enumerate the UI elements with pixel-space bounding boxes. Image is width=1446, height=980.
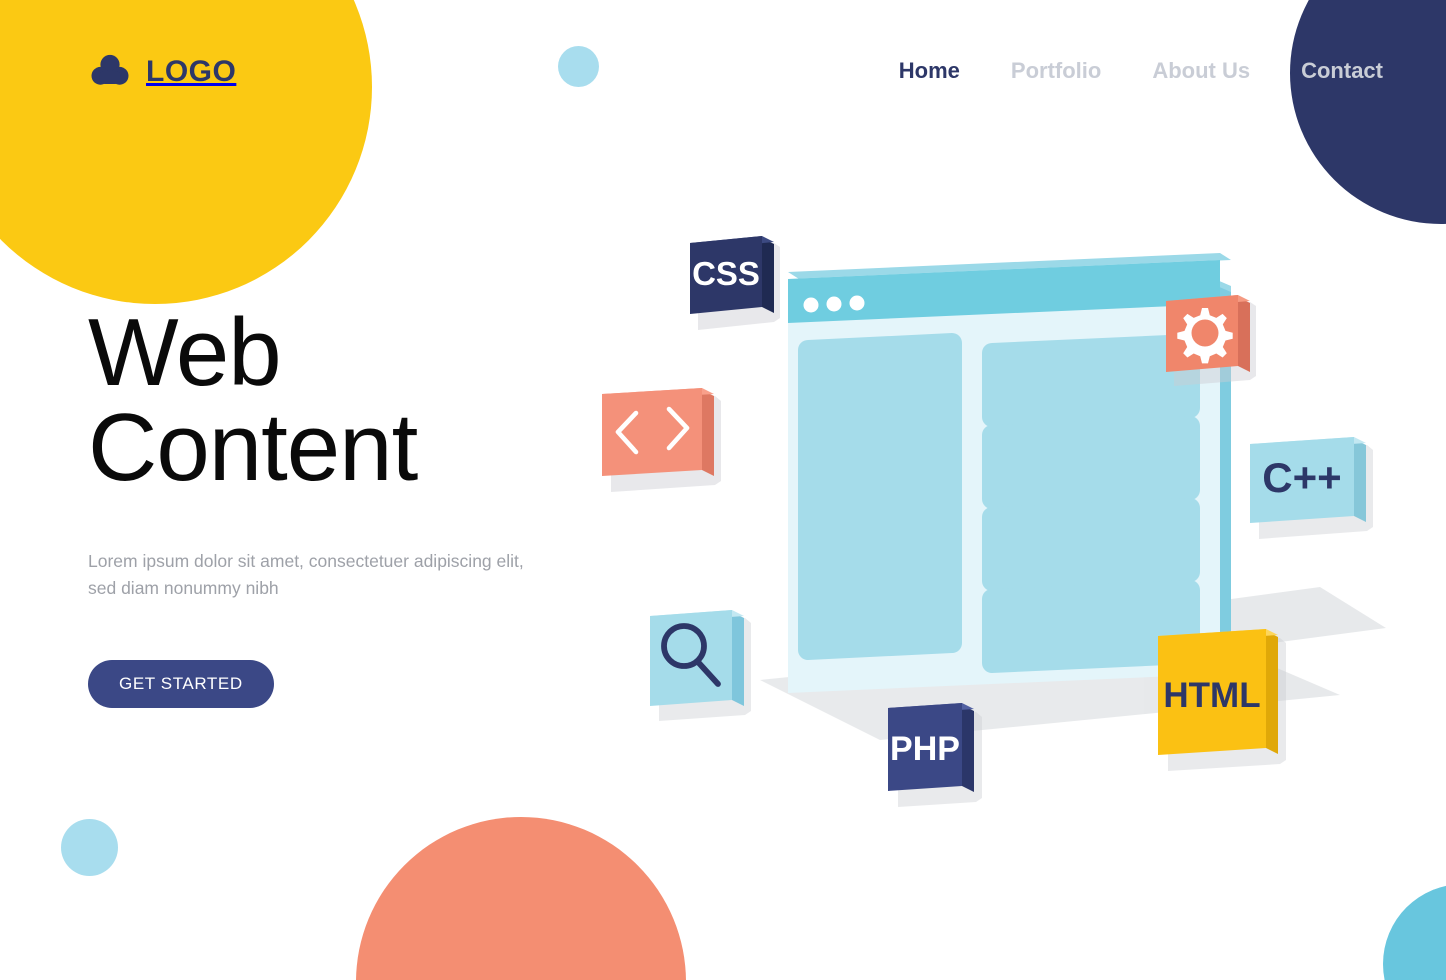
get-started-button[interactable]: GET STARTED <box>88 660 274 709</box>
cyan-circle-corner-decoration <box>1383 884 1446 980</box>
content-block-list <box>982 334 1200 673</box>
web-content-illustration: CSS C++ PHP HTML <box>580 180 1430 840</box>
nav-item-home[interactable]: Home <box>899 60 960 82</box>
code-card <box>602 388 721 492</box>
browser-window <box>788 253 1231 693</box>
landing-page: LOGO Home Portfolio About Us Contact Web… <box>0 0 1446 980</box>
site-header: LOGO Home Portfolio About Us Contact <box>0 0 1446 150</box>
main-navigation: Home Portfolio About Us Contact <box>899 60 1383 82</box>
content-block-main <box>798 333 962 660</box>
page-title: Web Content <box>88 299 418 502</box>
brand-name: LOGO <box>146 55 237 88</box>
cpp-card-label: C++ <box>1262 454 1341 501</box>
search-card <box>650 610 751 721</box>
php-card: PHP <box>888 703 982 807</box>
hero-subtitle: Lorem ipsum dolor sit amet, consectetuer… <box>88 551 524 599</box>
nav-item-about-us[interactable]: About Us <box>1152 60 1250 82</box>
html-card-label: HTML <box>1163 676 1260 715</box>
html-card: HTML <box>1158 629 1286 771</box>
nav-item-contact[interactable]: Contact <box>1301 60 1383 82</box>
brand-logo[interactable]: LOGO <box>88 50 236 94</box>
css-card-label: CSS <box>692 255 760 292</box>
coral-circle-decoration <box>356 817 686 980</box>
cloud-logo-icon <box>88 50 132 94</box>
window-dots <box>803 295 865 313</box>
nav-item-portfolio[interactable]: Portfolio <box>1011 60 1101 82</box>
gear-icon <box>1177 308 1233 364</box>
gear-card <box>1166 295 1256 386</box>
cpp-card: C++ <box>1250 437 1373 539</box>
hero-copy-block: Web Content Lorem ipsum dolor sit amet, … <box>88 299 588 709</box>
cyan-circle-left-decoration <box>61 819 118 876</box>
php-card-label: PHP <box>890 730 960 768</box>
css-card: CSS <box>690 236 780 330</box>
